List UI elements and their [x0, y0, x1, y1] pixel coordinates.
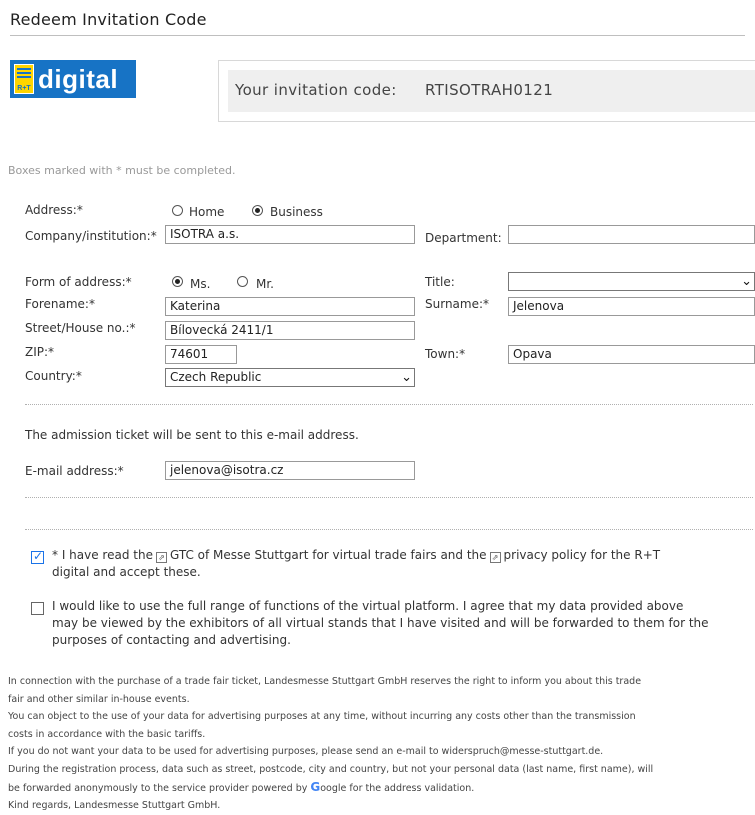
external-link-icon[interactable]: ⇗: [489, 552, 501, 563]
ms-radio[interactable]: [172, 276, 183, 287]
country-select-value: Czech Republic: [170, 370, 262, 384]
logo-brand-text: digital: [38, 63, 119, 94]
footer-line: You can object to the use of your data f…: [8, 711, 636, 723]
address-home-radio[interactable]: [172, 205, 183, 216]
form-of-address-label: Form of address:*: [25, 275, 132, 289]
platform-consent-text: I would like to use the full range of fu…: [52, 598, 747, 649]
platform-consent-line: purposes of contacting and advertising.: [52, 633, 291, 647]
footer-regards: Kind regards, Landesmesse Stuttgart GmbH…: [8, 800, 221, 812]
mr-label[interactable]: Mr.: [256, 277, 274, 291]
ms-label[interactable]: Ms.: [190, 277, 210, 291]
required-fields-note: Boxes marked with * must be completed.: [8, 164, 236, 177]
invitation-code-label: Your invitation code:: [235, 81, 397, 99]
company-label: Company/institution:*: [25, 229, 157, 243]
logo-mark-icon: R+T: [14, 64, 34, 94]
title-divider: [10, 35, 745, 36]
invitation-code-value: RTISOTRAH0121: [425, 81, 554, 99]
address-home-label[interactable]: Home: [189, 205, 224, 219]
google-g-icon: G: [310, 779, 321, 794]
invitation-code-box: Your invitation code: RTISOTRAH0121: [228, 70, 755, 112]
gtc-consent-checkbox[interactable]: [31, 549, 44, 564]
surname-label: Surname:*: [425, 297, 490, 311]
footer-google-line: be forwarded anonymously to the service …: [8, 779, 753, 798]
gtc-link[interactable]: GTC of Messe Stuttgart for virtual trade…: [170, 548, 487, 562]
external-link-icon[interactable]: ⇗: [155, 552, 167, 563]
footer-google-pre: be forwarded anonymously to the service …: [8, 782, 308, 794]
company-input[interactable]: ISOTRA a.s.: [165, 225, 415, 244]
mr-radio[interactable]: [237, 276, 248, 287]
department-label: Department:: [425, 231, 502, 245]
gtc-text-start: * I have read the: [52, 548, 153, 562]
footer-line: During the registration process, data su…: [8, 763, 654, 775]
logo-mark-text: R+T: [17, 85, 31, 92]
surname-input[interactable]: Jelenova: [508, 297, 755, 316]
footer-line: In connection with the purchase of a tra…: [8, 676, 642, 687]
page-title: Redeem Invitation Code: [10, 10, 207, 29]
country-select[interactable]: Czech Republic ⌄: [165, 368, 415, 387]
google-word: oogle: [320, 782, 347, 794]
gtc-consent-text: * I have read the ⇗ GTC of Messe Stuttgart…: [52, 547, 742, 581]
town-input[interactable]: Opava: [508, 345, 755, 364]
address-business-label[interactable]: Business: [270, 205, 323, 219]
rt-digital-logo: R+T digital: [10, 60, 136, 98]
privacy-policy-link[interactable]: privacy policy for the R+T: [504, 548, 661, 562]
title-select[interactable]: ⌄: [508, 272, 755, 291]
section-divider: [25, 497, 753, 498]
street-label: Street/House no.:*: [25, 321, 136, 335]
chevron-down-icon: ⌄: [741, 274, 752, 289]
platform-consent-line: may be viewed by the exhibitors of all v…: [52, 616, 709, 630]
country-label: Country:*: [25, 369, 82, 383]
platform-consent-line: I would like to use the full range of fu…: [52, 599, 684, 613]
forename-label: Forename:*: [25, 297, 95, 311]
footer-line: costs in accordance with the basic tarif…: [8, 728, 206, 740]
privacy-footer: In connection with the purchase of a tra…: [8, 673, 753, 815]
section-divider: [25, 404, 753, 405]
section-divider: [25, 529, 753, 530]
address-business-radio[interactable]: [252, 205, 263, 216]
department-input[interactable]: [508, 225, 755, 244]
email-input[interactable]: jelenova@isotra.cz: [165, 461, 415, 480]
town-label: Town:*: [425, 347, 466, 361]
zip-input[interactable]: 74601: [165, 345, 237, 364]
footer-line: If you do not want your data to be used …: [8, 746, 604, 758]
address-label: Address:*: [25, 203, 83, 217]
forename-input[interactable]: Katerina: [165, 297, 415, 316]
gtc-text-end: digital and accept these.: [52, 565, 201, 579]
ticket-note: The admission ticket will be sent to thi…: [25, 428, 359, 442]
zip-label: ZIP:*: [25, 345, 55, 359]
street-input[interactable]: Bílovecká 2411/1: [165, 321, 415, 340]
footer-google-post: for the address validation.: [349, 782, 475, 794]
footer-line: fair and other similar in-house events.: [8, 693, 190, 705]
email-label: E-mail address:*: [25, 464, 124, 478]
title-label: Title:: [425, 275, 455, 289]
platform-consent-checkbox[interactable]: [31, 602, 44, 615]
chevron-down-icon: ⌄: [401, 370, 412, 385]
